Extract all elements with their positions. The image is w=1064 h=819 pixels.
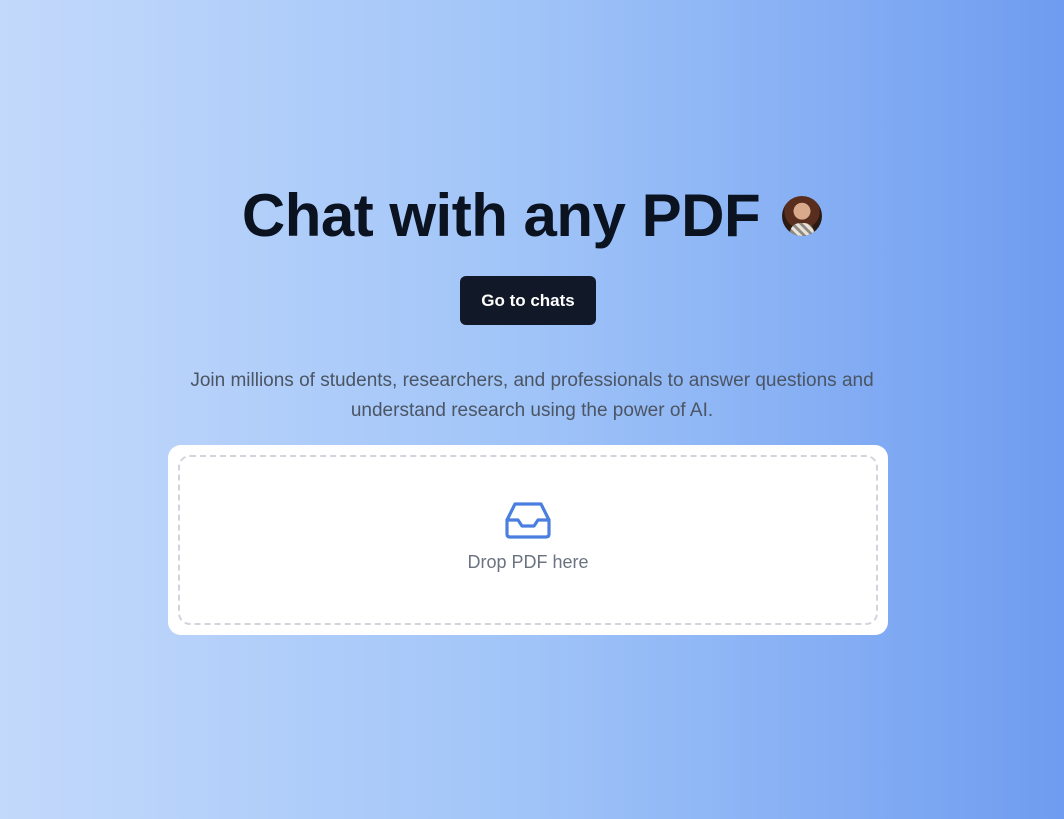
pdf-dropzone[interactable]: Drop PDF here: [178, 455, 878, 625]
inbox-icon: [505, 501, 551, 539]
landing-hero: Chat with any PDF Go to chats Join milli…: [0, 0, 1064, 819]
user-avatar[interactable]: [782, 196, 823, 236]
go-to-chats-button[interactable]: Go to chats: [460, 276, 596, 325]
page-title: Chat with any PDF: [241, 182, 761, 249]
title-row: Chat with any PDF: [0, 180, 1064, 252]
hero-subtitle: Join millions of students, researchers, …: [190, 370, 874, 421]
drop-pdf-label: Drop PDF here: [467, 551, 589, 572]
upload-card: Drop PDF here: [168, 445, 888, 635]
